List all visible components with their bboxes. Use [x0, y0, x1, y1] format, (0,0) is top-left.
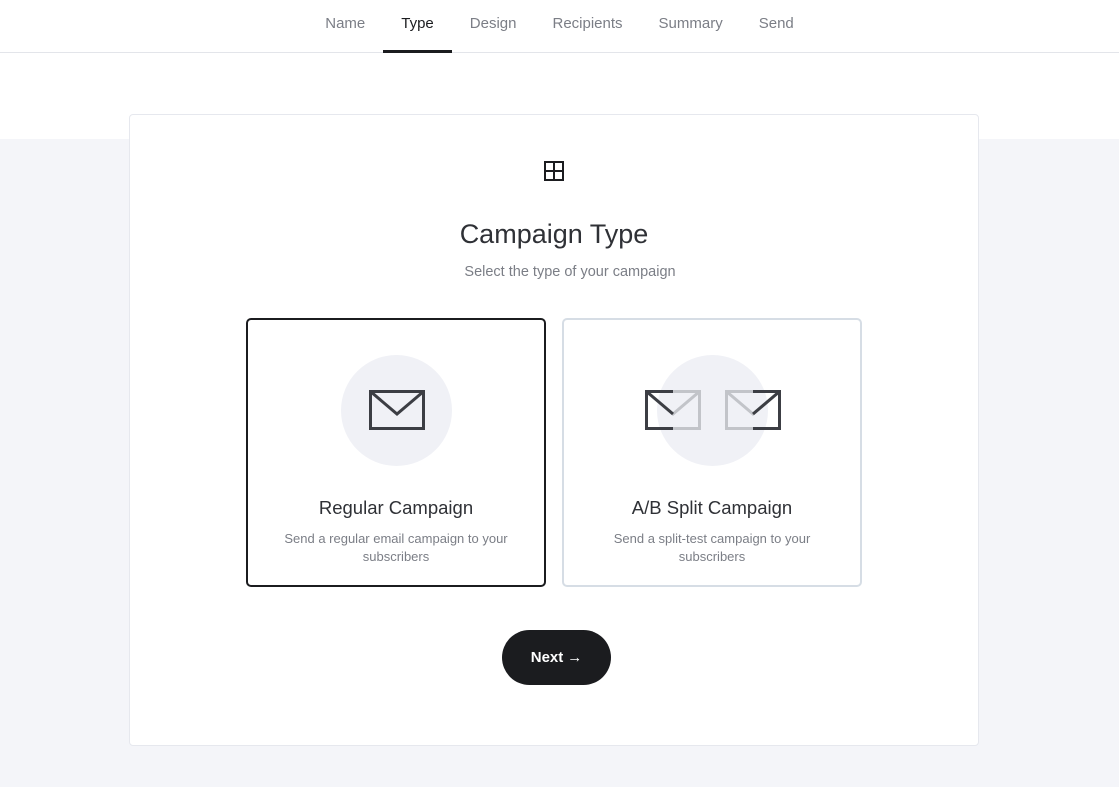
envelope-icon: [369, 390, 425, 430]
next-button-label: Next: [530, 649, 564, 666]
split-envelope-left-icon: [645, 390, 701, 430]
step-tabs: Name Type Design Recipients Summary Send: [0, 0, 1119, 53]
tab-type[interactable]: Type: [383, 0, 452, 53]
regular-campaign-option[interactable]: Regular Campaign Send a regular email ca…: [246, 318, 546, 587]
option-title: A/B Split Campaign: [631, 497, 793, 518]
tab-design[interactable]: Design: [452, 0, 535, 52]
arrow-right-icon: →: [567, 649, 583, 666]
tab-name[interactable]: Name: [307, 0, 383, 52]
option-title: Regular Campaign: [318, 497, 474, 518]
grid-icon: [544, 161, 564, 181]
next-button[interactable]: Next →: [502, 630, 611, 685]
campaign-type-card: Campaign Type Select the type of your ca…: [129, 114, 979, 746]
tab-send[interactable]: Send: [741, 0, 812, 52]
option-description: Send a regular email campaign to your su…: [284, 531, 508, 564]
ab-split-campaign-option[interactable]: A/B Split Campaign Send a split-test cam…: [562, 318, 862, 587]
tab-recipients[interactable]: Recipients: [534, 0, 640, 52]
top-nav-bar: Name Type Design Recipients Summary Send: [0, 0, 1119, 53]
page-title: Campaign Type: [459, 219, 649, 249]
option-description: Send a split-test campaign to your subsc…: [613, 531, 811, 564]
split-envelope-right-icon: [725, 390, 781, 430]
tab-summary[interactable]: Summary: [641, 0, 741, 52]
page-subtitle: Select the type of your campaign: [464, 264, 676, 280]
